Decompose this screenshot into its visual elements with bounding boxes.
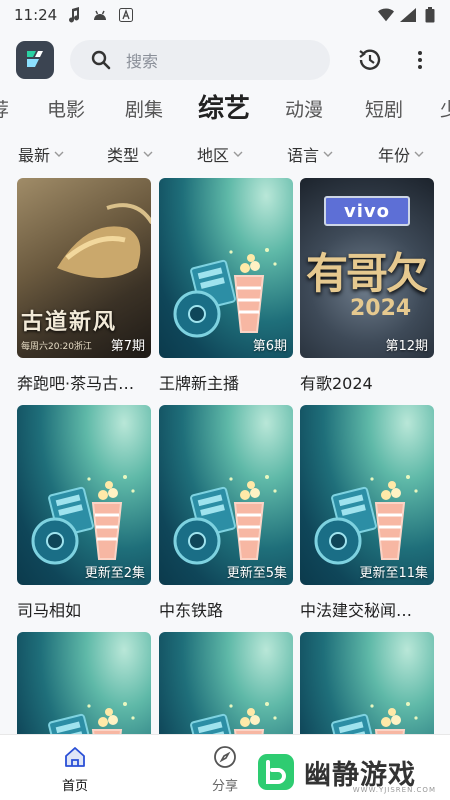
- tab-recommended[interactable]: 荐: [0, 92, 9, 128]
- video-poster: 更新至5集: [159, 405, 293, 585]
- poster-title-art: 有哥欠: [306, 249, 428, 298]
- video-card[interactable]: 更新至2集 司马相如: [17, 405, 151, 621]
- video-title: 有歌2024: [300, 374, 373, 393]
- battery-icon: [422, 7, 438, 23]
- nav-share[interactable]: 分享: [195, 745, 255, 794]
- tab-variety[interactable]: 综艺: [198, 92, 250, 126]
- filter-region[interactable]: 地区: [197, 140, 243, 168]
- chevron-down-icon: [54, 151, 64, 157]
- compass-icon: [214, 746, 236, 768]
- video-title: 奔跑吧·茶马古…: [17, 374, 135, 393]
- episode-badge: 第12期: [385, 339, 428, 354]
- more-dot-icon: [418, 65, 422, 69]
- home-icon: [65, 747, 85, 767]
- filter-label: 最新: [18, 146, 51, 165]
- wifi-icon: [378, 7, 394, 23]
- video-title: 中法建交秘闻…: [300, 601, 413, 620]
- search-bar[interactable]: 搜索: [70, 40, 330, 80]
- video-card[interactable]: 古道新风 每周六20:20浙江 第7期 奔跑吧·茶马古…: [17, 178, 151, 394]
- more-dot-icon: [418, 51, 422, 55]
- chevron-down-icon: [143, 151, 153, 157]
- nav-label: 首页: [61, 779, 88, 794]
- chevron-down-icon: [414, 151, 424, 157]
- poster-year-art: 2024: [350, 296, 412, 321]
- video-poster: vivo 有哥欠 2024 第12期: [300, 178, 434, 358]
- filter-label: 地区: [197, 146, 230, 165]
- video-title: 司马相如: [17, 601, 82, 620]
- poster-subtitle-art: 每周六20:20浙江: [21, 342, 92, 352]
- poster-illustration: [57, 203, 151, 278]
- top-bar: 搜索: [0, 32, 450, 88]
- video-card[interactable]: 更新至11集 中法建交秘闻…: [300, 405, 434, 621]
- more-dot-icon: [418, 58, 422, 62]
- video-card[interactable]: 第6期 王牌新主播: [159, 178, 293, 394]
- tab-more[interactable]: 少: [440, 92, 450, 128]
- filter-type[interactable]: 类型: [107, 140, 153, 168]
- poster-title-art: 古道新风: [21, 310, 118, 335]
- episode-badge: 第6期: [252, 339, 287, 354]
- font-icon: [118, 7, 134, 23]
- chevron-down-icon: [233, 151, 243, 157]
- video-title: 中东铁路: [159, 601, 224, 620]
- video-card[interactable]: 更新至5集 中东铁路: [159, 405, 293, 621]
- tab-movies[interactable]: 电影: [47, 92, 85, 128]
- watermark: 幽静游戏 WWW.YJISREN.COM: [250, 748, 446, 796]
- search-icon: [91, 50, 111, 70]
- episode-badge: 更新至5集: [226, 566, 287, 581]
- film-reel-icon: [314, 473, 420, 565]
- history-button[interactable]: [356, 46, 384, 74]
- signal-icon: [400, 7, 416, 23]
- film-reel-icon: [31, 473, 137, 565]
- video-title: 王牌新主播: [159, 374, 240, 393]
- film-reel-icon: [173, 473, 279, 565]
- filter-language[interactable]: 语言: [287, 140, 333, 168]
- video-poster: 第6期: [159, 178, 293, 358]
- status-system-icons: [378, 7, 438, 23]
- category-tabs: 荐 电影 剧集 综艺 动漫 短剧 少: [0, 92, 450, 132]
- more-options-button[interactable]: [408, 46, 432, 74]
- filter-label: 类型: [107, 146, 140, 165]
- episode-badge: 更新至11集: [359, 566, 428, 581]
- poster-brand-logo: vivo: [324, 196, 410, 226]
- search-placeholder: 搜索: [126, 52, 159, 71]
- filter-label: 语言: [287, 146, 320, 165]
- film-reel-icon: [173, 246, 279, 338]
- video-card[interactable]: vivo 有哥欠 2024 第12期 有歌2024: [300, 178, 434, 394]
- watermark-logo-icon: [258, 754, 294, 790]
- status-bar: 11:24: [0, 0, 450, 32]
- video-poster: 更新至2集: [17, 405, 151, 585]
- app-logo[interactable]: [16, 41, 54, 79]
- tab-short-drama[interactable]: 短剧: [365, 92, 403, 128]
- nav-home[interactable]: 首页: [45, 745, 105, 794]
- episode-badge: 更新至2集: [84, 566, 145, 581]
- android-icon: [92, 7, 108, 23]
- history-icon: [359, 49, 381, 70]
- tab-anime[interactable]: 动漫: [285, 92, 323, 128]
- filter-bar: 最新 类型 地区 语言 年份: [0, 140, 450, 170]
- filter-sort[interactable]: 最新: [18, 140, 64, 168]
- watermark-url: WWW.YJISREN.COM: [352, 786, 436, 794]
- status-time: 11:24: [14, 6, 58, 24]
- status-notification-icons: [66, 7, 134, 23]
- episode-badge: 第7期: [110, 339, 145, 354]
- tab-series[interactable]: 剧集: [125, 92, 163, 128]
- nav-label: 分享: [211, 779, 238, 794]
- video-poster: 古道新风 每周六20:20浙江 第7期: [17, 178, 151, 358]
- filter-label: 年份: [378, 146, 411, 165]
- chevron-down-icon: [323, 151, 333, 157]
- filter-year[interactable]: 年份: [378, 140, 424, 168]
- video-poster: 更新至11集: [300, 405, 434, 585]
- music-icon: [66, 7, 82, 23]
